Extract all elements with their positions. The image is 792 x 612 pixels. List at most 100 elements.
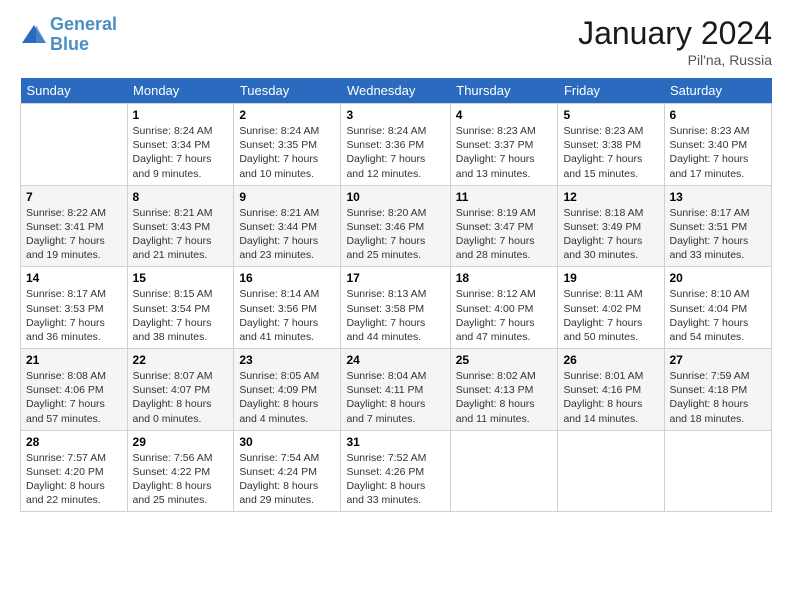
subtitle: Pil'na, Russia: [578, 52, 772, 68]
day-cell: 24 Sunrise: 8:04 AMSunset: 4:11 PMDayligh…: [341, 349, 450, 431]
day-number: 27: [670, 353, 767, 367]
day-cell: 14Sunrise: 8:17 AMSunset: 3:53 PMDayligh…: [21, 267, 128, 349]
day-cell: 21 Sunrise: 8:08 AMSunset: 4:06 PMDayligh…: [21, 349, 128, 431]
cell-content: Sunrise: 8:08 AMSunset: 4:06 PMDaylight:…: [26, 369, 122, 426]
cell-content: Sunrise: 8:07 AMSunset: 4:07 PMDaylight:…: [133, 369, 229, 426]
day-cell: 4 Sunrise: 8:23 AMSunset: 3:37 PMDaylight…: [450, 104, 558, 186]
title-area: January 2024 Pil'na, Russia: [578, 15, 772, 68]
day-number: 31: [346, 435, 444, 449]
week-row-1: 1 Sunrise: 8:24 AMSunset: 3:34 PMDaylight…: [21, 104, 772, 186]
day-cell: 3 Sunrise: 8:24 AMSunset: 3:36 PMDaylight…: [341, 104, 450, 186]
day-number: 18: [456, 271, 553, 285]
day-cell: 1 Sunrise: 8:24 AMSunset: 3:34 PMDaylight…: [127, 104, 234, 186]
cell-content: Sunrise: 7:57 AMSunset: 4:20 PMDaylight:…: [26, 451, 122, 508]
day-number: 23: [239, 353, 335, 367]
cell-content: Sunrise: 8:01 AMSunset: 4:16 PMDaylight:…: [563, 369, 658, 426]
cell-content: Sunrise: 8:21 AMSunset: 3:43 PMDaylight:…: [133, 206, 229, 263]
logo-icon: [20, 21, 48, 49]
cell-content: Sunrise: 8:17 AMSunset: 3:53 PMDaylight:…: [26, 287, 122, 344]
header-wednesday: Wednesday: [341, 78, 450, 104]
cell-content: Sunrise: 8:14 AMSunset: 3:56 PMDaylight:…: [239, 287, 335, 344]
day-cell: 26 Sunrise: 8:01 AMSunset: 4:16 PMDayligh…: [558, 349, 664, 431]
cell-content: Sunrise: 8:04 AMSunset: 4:11 PMDaylight:…: [346, 369, 444, 426]
day-cell: 20 Sunrise: 8:10 AMSunset: 4:04 PMDayligh…: [664, 267, 772, 349]
header-row: Sunday Monday Tuesday Wednesday Thursday…: [21, 78, 772, 104]
week-row-2: 7 Sunrise: 8:22 AMSunset: 3:41 PMDaylight…: [21, 185, 772, 267]
day-cell: 17 Sunrise: 8:13 AMSunset: 3:58 PMDayligh…: [341, 267, 450, 349]
cell-content: Sunrise: 8:24 AMSunset: 3:34 PMDaylight:…: [133, 124, 229, 181]
header-thursday: Thursday: [450, 78, 558, 104]
cell-content: Sunrise: 8:13 AMSunset: 3:58 PMDaylight:…: [346, 287, 444, 344]
day-cell: 2 Sunrise: 8:24 AMSunset: 3:35 PMDaylight…: [234, 104, 341, 186]
day-cell: 9Sunrise: 8:21 AMSunset: 3:44 PMDaylight…: [234, 185, 341, 267]
day-cell: 23 Sunrise: 8:05 AMSunset: 4:09 PMDayligh…: [234, 349, 341, 431]
day-number: 20: [670, 271, 767, 285]
day-cell: 10 Sunrise: 8:20 AMSunset: 3:46 PMDayligh…: [341, 185, 450, 267]
day-number: 15: [133, 271, 229, 285]
cell-content: Sunrise: 8:10 AMSunset: 4:04 PMDaylight:…: [670, 287, 767, 344]
cell-content: Sunrise: 7:56 AMSunset: 4:22 PMDaylight:…: [133, 451, 229, 508]
day-cell: 13 Sunrise: 8:17 AMSunset: 3:51 PMDayligh…: [664, 185, 772, 267]
calendar-table: Sunday Monday Tuesday Wednesday Thursday…: [20, 78, 772, 512]
week-row-4: 21 Sunrise: 8:08 AMSunset: 4:06 PMDayligh…: [21, 349, 772, 431]
day-number: 29: [133, 435, 229, 449]
day-number: 17: [346, 271, 444, 285]
day-number: 3: [346, 108, 444, 122]
day-number: 21: [26, 353, 122, 367]
cell-content: Sunrise: 7:59 AMSunset: 4:18 PMDaylight:…: [670, 369, 767, 426]
day-number: 30: [239, 435, 335, 449]
day-number: 26: [563, 353, 658, 367]
cell-content: Sunrise: 8:18 AMSunset: 3:49 PMDaylight:…: [563, 206, 658, 263]
day-cell: 28Sunrise: 7:57 AMSunset: 4:20 PMDayligh…: [21, 430, 128, 512]
day-number: 13: [670, 190, 767, 204]
day-number: 19: [563, 271, 658, 285]
cell-content: Sunrise: 7:54 AMSunset: 4:24 PMDaylight:…: [239, 451, 335, 508]
page: General Blue January 2024 Pil'na, Russia…: [0, 0, 792, 522]
cell-content: Sunrise: 8:02 AMSunset: 4:13 PMDaylight:…: [456, 369, 553, 426]
header-friday: Friday: [558, 78, 664, 104]
day-number: 12: [563, 190, 658, 204]
day-number: 1: [133, 108, 229, 122]
week-row-3: 14Sunrise: 8:17 AMSunset: 3:53 PMDayligh…: [21, 267, 772, 349]
day-number: 7: [26, 190, 122, 204]
header-monday: Monday: [127, 78, 234, 104]
cell-content: Sunrise: 8:19 AMSunset: 3:47 PMDaylight:…: [456, 206, 553, 263]
day-cell: 16 Sunrise: 8:14 AMSunset: 3:56 PMDayligh…: [234, 267, 341, 349]
month-title: January 2024: [578, 15, 772, 52]
week-row-5: 28Sunrise: 7:57 AMSunset: 4:20 PMDayligh…: [21, 430, 772, 512]
day-cell: 31 Sunrise: 7:52 AMSunset: 4:26 PMDayligh…: [341, 430, 450, 512]
header-sunday: Sunday: [21, 78, 128, 104]
day-number: 16: [239, 271, 335, 285]
day-cell: 25Sunrise: 8:02 AMSunset: 4:13 PMDayligh…: [450, 349, 558, 431]
day-number: 11: [456, 190, 553, 204]
day-number: 6: [670, 108, 767, 122]
cell-content: Sunrise: 8:23 AMSunset: 3:40 PMDaylight:…: [670, 124, 767, 181]
cell-content: Sunrise: 8:05 AMSunset: 4:09 PMDaylight:…: [239, 369, 335, 426]
day-cell: 18Sunrise: 8:12 AMSunset: 4:00 PMDayligh…: [450, 267, 558, 349]
cell-content: Sunrise: 8:23 AMSunset: 3:37 PMDaylight:…: [456, 124, 553, 181]
day-cell: 29 Sunrise: 7:56 AMSunset: 4:22 PMDayligh…: [127, 430, 234, 512]
cell-content: Sunrise: 8:24 AMSunset: 3:35 PMDaylight:…: [239, 124, 335, 181]
day-number: 4: [456, 108, 553, 122]
cell-content: Sunrise: 8:17 AMSunset: 3:51 PMDaylight:…: [670, 206, 767, 263]
day-cell: 11 Sunrise: 8:19 AMSunset: 3:47 PMDayligh…: [450, 185, 558, 267]
day-cell: [664, 430, 772, 512]
cell-content: Sunrise: 7:52 AMSunset: 4:26 PMDaylight:…: [346, 451, 444, 508]
day-number: 24: [346, 353, 444, 367]
header: General Blue January 2024 Pil'na, Russia: [20, 15, 772, 68]
day-number: 22: [133, 353, 229, 367]
day-number: 5: [563, 108, 658, 122]
day-number: 10: [346, 190, 444, 204]
day-number: 2: [239, 108, 335, 122]
header-saturday: Saturday: [664, 78, 772, 104]
day-cell: [21, 104, 128, 186]
cell-content: Sunrise: 8:23 AMSunset: 3:38 PMDaylight:…: [563, 124, 658, 181]
day-cell: 12 Sunrise: 8:18 AMSunset: 3:49 PMDayligh…: [558, 185, 664, 267]
day-cell: 6 Sunrise: 8:23 AMSunset: 3:40 PMDaylight…: [664, 104, 772, 186]
day-number: 9: [239, 190, 335, 204]
cell-content: Sunrise: 8:22 AMSunset: 3:41 PMDaylight:…: [26, 206, 122, 263]
logo: General Blue: [20, 15, 117, 55]
cell-content: Sunrise: 8:24 AMSunset: 3:36 PMDaylight:…: [346, 124, 444, 181]
logo-text: General Blue: [50, 15, 117, 55]
cell-content: Sunrise: 8:20 AMSunset: 3:46 PMDaylight:…: [346, 206, 444, 263]
